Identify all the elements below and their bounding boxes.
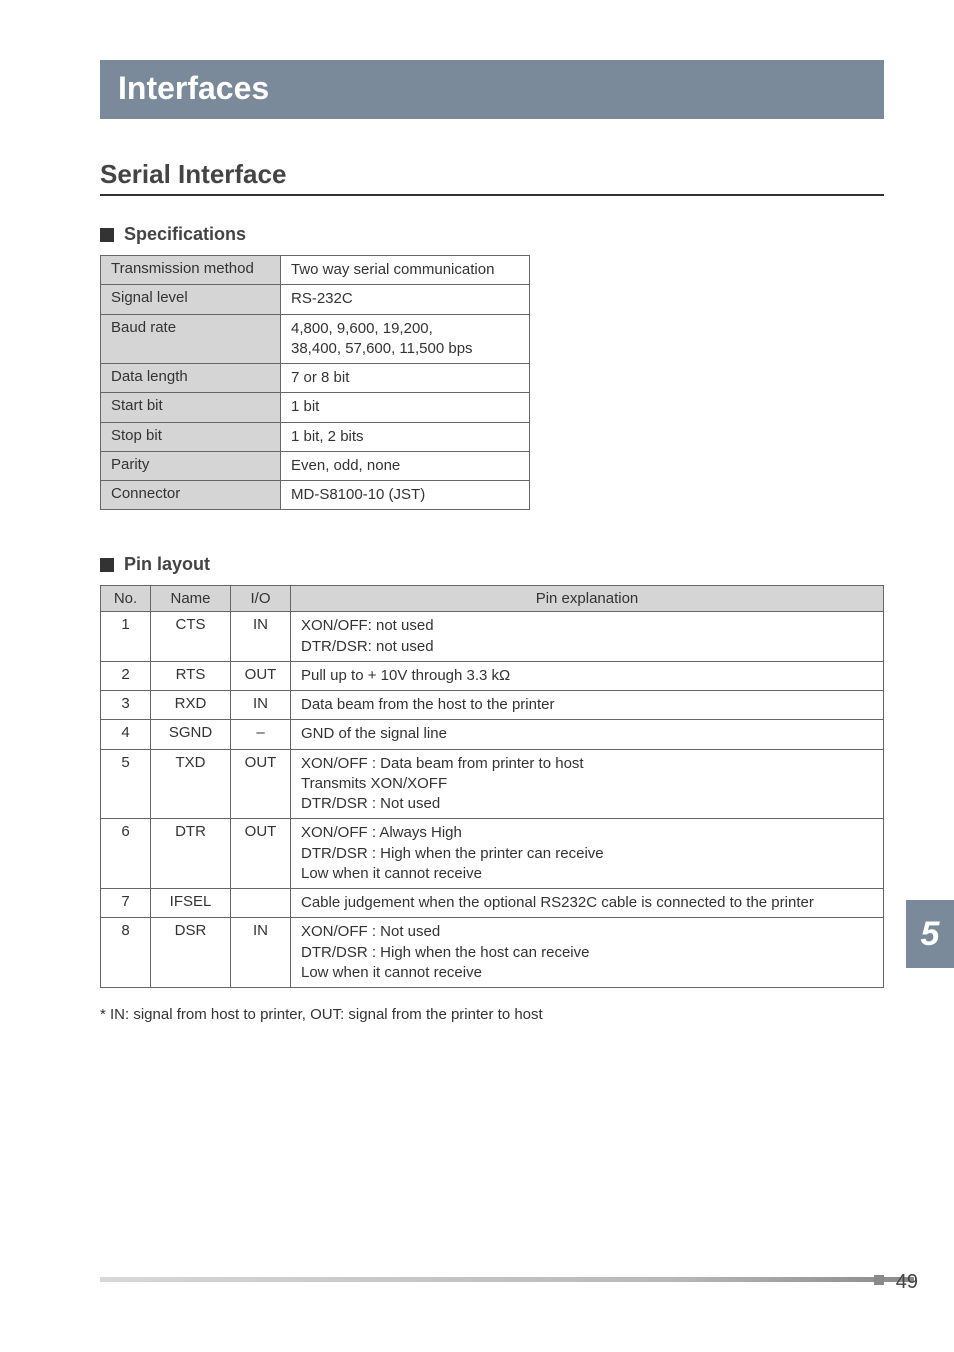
- spec-key: Start bit: [101, 393, 281, 422]
- table-row: 3RXDINData beam from the host to the pri…: [101, 691, 884, 720]
- footnote: * IN: signal from host to printer, OUT: …: [100, 1006, 884, 1023]
- table-row: Baud rate4,800, 9,600, 19,200, 38,400, 5…: [101, 314, 530, 364]
- pin-explanation: XON/OFF : Always High DTR/DSR : High whe…: [291, 819, 884, 889]
- specifications-table: Transmission methodTwo way serial commun…: [100, 255, 530, 510]
- spec-value: 1 bit, 2 bits: [281, 422, 530, 451]
- pin-name: IFSEL: [151, 889, 231, 918]
- pin-io: OUT: [231, 819, 291, 889]
- pin-io: –: [231, 720, 291, 749]
- col-io: I/O: [231, 586, 291, 612]
- pin-explanation: XON/OFF : Not used DTR/DSR : High when t…: [291, 918, 884, 988]
- footer-square-icon: [874, 1275, 884, 1285]
- pin-no: 2: [101, 661, 151, 690]
- pin-explanation: Data beam from the host to the printer: [291, 691, 884, 720]
- subsection-pin-layout: Pin layout: [100, 554, 884, 575]
- pin-name: DTR: [151, 819, 231, 889]
- pin-name: CTS: [151, 612, 231, 662]
- spec-value: 1 bit: [281, 393, 530, 422]
- section-title: Serial Interface: [100, 159, 884, 196]
- table-row: ConnectorMD-S8100-10 (JST): [101, 481, 530, 510]
- pin-no: 7: [101, 889, 151, 918]
- table-row: Signal levelRS-232C: [101, 285, 530, 314]
- pin-io: IN: [231, 691, 291, 720]
- pin-name: SGND: [151, 720, 231, 749]
- spec-value: RS-232C: [281, 285, 530, 314]
- square-bullet-icon: [100, 558, 114, 572]
- page-title: Interfaces: [118, 70, 269, 106]
- pin-no: 4: [101, 720, 151, 749]
- table-row: Stop bit1 bit, 2 bits: [101, 422, 530, 451]
- col-no: No.: [101, 586, 151, 612]
- spec-value: Even, odd, none: [281, 451, 530, 480]
- pin-name: RTS: [151, 661, 231, 690]
- subsection-specifications: Specifications: [100, 224, 884, 245]
- pin-no: 1: [101, 612, 151, 662]
- page-title-bar: Interfaces: [100, 60, 884, 119]
- pin-no: 8: [101, 918, 151, 988]
- table-row: 4SGND–GND of the signal line: [101, 720, 884, 749]
- pin-name: RXD: [151, 691, 231, 720]
- pin-name: TXD: [151, 749, 231, 819]
- pin-io: IN: [231, 612, 291, 662]
- pin-io: OUT: [231, 661, 291, 690]
- page-number: 49: [896, 1271, 918, 1294]
- spec-value: Two way serial communication: [281, 256, 530, 285]
- pin-io: OUT: [231, 749, 291, 819]
- pin-no: 5: [101, 749, 151, 819]
- col-name: Name: [151, 586, 231, 612]
- table-row: 6DTROUTXON/OFF : Always High DTR/DSR : H…: [101, 819, 884, 889]
- spec-key: Transmission method: [101, 256, 281, 285]
- spec-key: Stop bit: [101, 422, 281, 451]
- spec-key: Parity: [101, 451, 281, 480]
- pin-name: DSR: [151, 918, 231, 988]
- chapter-tab: 5: [906, 900, 954, 968]
- spec-value: MD-S8100-10 (JST): [281, 481, 530, 510]
- pin-no: 3: [101, 691, 151, 720]
- table-header-row: No. Name I/O Pin explanation: [101, 586, 884, 612]
- spec-key: Data length: [101, 364, 281, 393]
- square-bullet-icon: [100, 228, 114, 242]
- pin-layout-table: No. Name I/O Pin explanation 1CTSINXON/O…: [100, 585, 884, 988]
- subsection-label: Pin layout: [124, 554, 210, 575]
- pin-explanation: XON/OFF: not used DTR/DSR: not used: [291, 612, 884, 662]
- pin-no: 6: [101, 819, 151, 889]
- table-row: Transmission methodTwo way serial commun…: [101, 256, 530, 285]
- chapter-number: 5: [921, 915, 940, 954]
- pin-io: [231, 889, 291, 918]
- table-row: Start bit1 bit: [101, 393, 530, 422]
- table-row: ParityEven, odd, none: [101, 451, 530, 480]
- spec-key: Signal level: [101, 285, 281, 314]
- table-row: Data length7 or 8 bit: [101, 364, 530, 393]
- table-row: 5TXDOUTXON/OFF : Data beam from printer …: [101, 749, 884, 819]
- spec-value: 7 or 8 bit: [281, 364, 530, 393]
- footer-rule: [100, 1277, 914, 1282]
- pin-explanation: GND of the signal line: [291, 720, 884, 749]
- pin-io: IN: [231, 918, 291, 988]
- table-row: 2RTSOUTPull up to + 10V through 3.3 kΩ: [101, 661, 884, 690]
- table-row: 7IFSEL Cable judgement when the optional …: [101, 889, 884, 918]
- spec-key: Baud rate: [101, 314, 281, 364]
- spec-key: Connector: [101, 481, 281, 510]
- col-explanation: Pin explanation: [291, 586, 884, 612]
- pin-explanation: Pull up to + 10V through 3.3 kΩ: [291, 661, 884, 690]
- table-row: 8DSRINXON/OFF : Not used DTR/DSR : High …: [101, 918, 884, 988]
- table-row: 1CTSINXON/OFF: not used DTR/DSR: not use…: [101, 612, 884, 662]
- pin-explanation: Cable judgement when the optional RS232C…: [291, 889, 884, 918]
- subsection-label: Specifications: [124, 224, 246, 245]
- spec-value: 4,800, 9,600, 19,200, 38,400, 57,600, 11…: [281, 314, 530, 364]
- pin-explanation: XON/OFF : Data beam from printer to host…: [291, 749, 884, 819]
